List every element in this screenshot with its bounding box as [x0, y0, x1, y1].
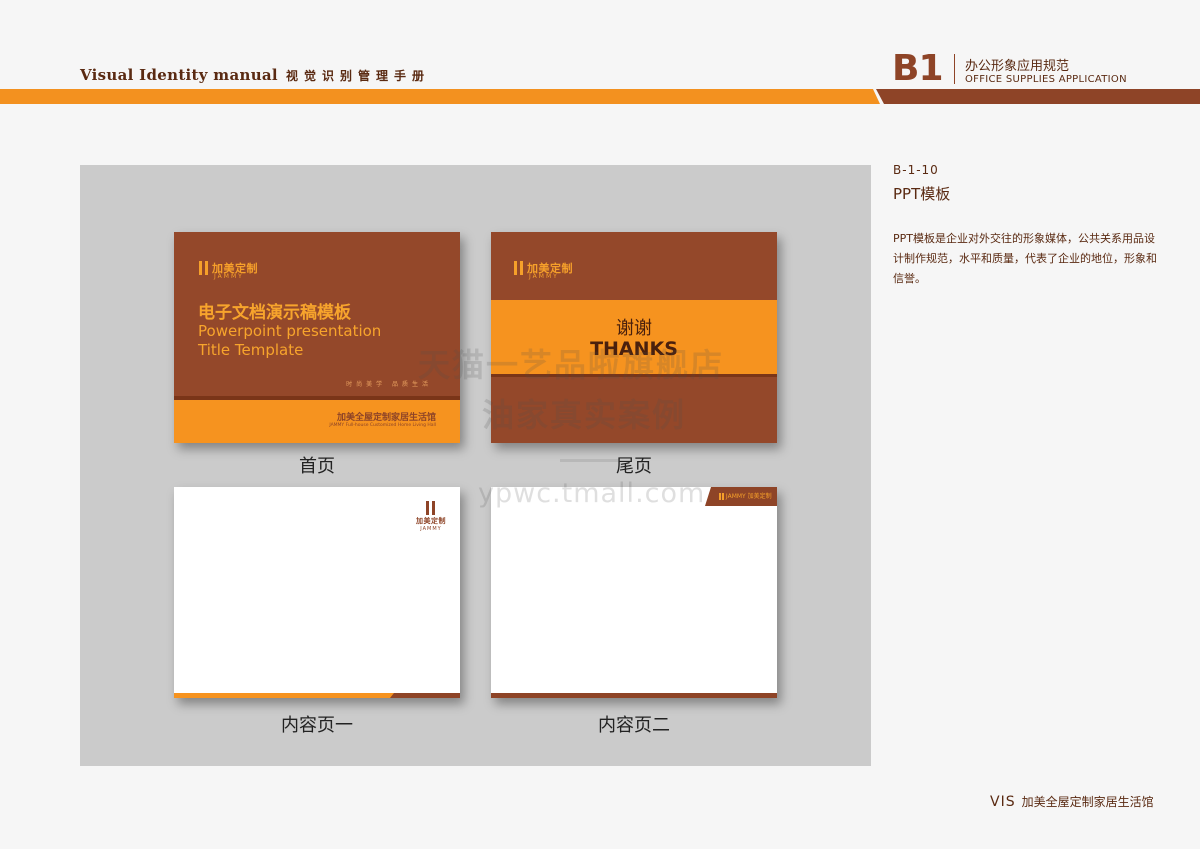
content1-logo-en: JAMMY — [420, 526, 442, 532]
header-band-brown — [876, 89, 1200, 104]
content1-logo: 加美定制 JAMMY — [416, 497, 446, 532]
logo-mark-icon — [718, 493, 724, 500]
content1-caption: 内容页一 — [281, 715, 353, 736]
thanks-cn: 谢谢 — [616, 318, 652, 339]
section-title-cn: 办公形象应用规范 — [965, 59, 1070, 74]
end-logo-en: JAMMY — [529, 273, 559, 280]
section-title-en: OFFICE SUPPLIES APPLICATION — [965, 74, 1127, 85]
cover-title-en-2: Title Template — [198, 341, 304, 359]
logo-mark-icon — [198, 260, 210, 275]
cover-logo-en: JAMMY — [214, 273, 244, 280]
logo-mark-icon — [513, 260, 525, 275]
cover-title-cn: 电子文档演示稿模板 — [198, 303, 351, 323]
content2-bar-brown — [491, 693, 777, 698]
manual-title-en: Visual Identity manual — [80, 66, 278, 84]
content2-tab-logo-text: JAMMY 加美定制 — [725, 493, 772, 500]
cover-footer-cn: 加美全屋定制家居生活馆 — [336, 413, 436, 423]
section-divider — [954, 54, 955, 84]
manual-title-cn: 视觉识别管理手册 — [285, 69, 430, 83]
section-code: B1 — [892, 48, 943, 89]
content2-tab-logo: JAMMY 加美定制 — [718, 491, 772, 500]
watermark-line-1: 天猫一艺品啦旗舰店 — [418, 346, 725, 384]
manual-title: Visual Identity manual 视觉识别管理手册 — [80, 66, 430, 84]
content2-tab: JAMMY 加美定制 — [705, 487, 777, 506]
spec-description: PPT模板是企业对外交往的形象媒体，公共关系用品设计制作规范，水平和质量，代表了… — [893, 232, 1157, 285]
page-footer: VIS 加美全屋定制家居生活馆 — [990, 791, 1154, 810]
watermark-rule — [560, 459, 620, 462]
content1-bar-orange — [174, 693, 394, 698]
content-slide-1: 加美定制 JAMMY — [174, 487, 460, 698]
content-slide-2: JAMMY 加美定制 — [491, 487, 777, 698]
content1-bar-brown — [390, 693, 460, 698]
watermark-line-2: 油家真实案例 — [482, 396, 687, 434]
header-band-orange — [0, 89, 880, 104]
footer-company: 加美全屋定制家居生活馆 — [1021, 795, 1154, 809]
spec-title: PPT模板 — [893, 185, 951, 203]
cover-title-en-1: Powerpoint presentation — [198, 322, 382, 340]
template-board: 加美定制 JAMMY 电子文档演示稿模板 Powerpoint presenta… — [80, 165, 871, 766]
end-caption: 尾页 — [616, 456, 652, 477]
content1-logo-cn: 加美定制 — [416, 517, 446, 525]
cover-caption: 首页 — [299, 456, 335, 477]
logo-mark-icon — [425, 500, 437, 515]
cover-slide: 加美定制 JAMMY 电子文档演示稿模板 Powerpoint presenta… — [174, 232, 460, 443]
cover-footer-en: JAMMY Full-house Customized Home Living … — [329, 423, 436, 428]
spec-code: B-1-10 — [893, 163, 939, 177]
end-logo: 加美定制 JAMMY — [513, 257, 573, 280]
content2-caption: 内容页二 — [598, 715, 670, 736]
cover-logo: 加美定制 JAMMY — [198, 257, 258, 280]
cover-footer-band: 加美全屋定制家居生活馆 JAMMY Full-house Customized … — [174, 400, 460, 443]
watermark-line-3: ypwc.tmall.com — [478, 478, 706, 509]
footer-vis: VIS — [990, 794, 1016, 810]
